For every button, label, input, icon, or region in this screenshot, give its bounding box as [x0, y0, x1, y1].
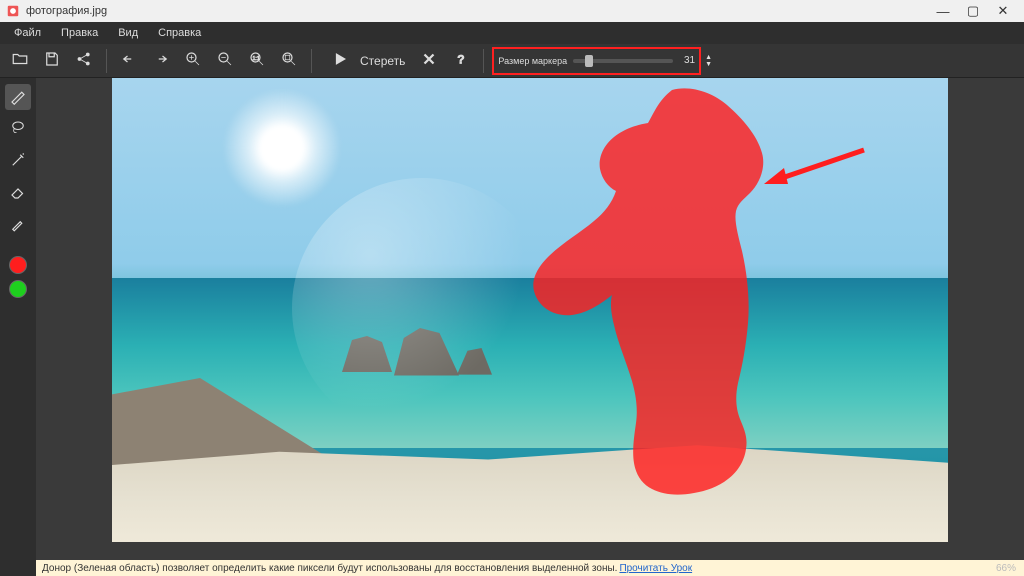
magic-wand-tool[interactable]: [5, 148, 31, 174]
save-icon: [43, 50, 61, 71]
svg-text:?: ?: [458, 53, 465, 67]
zoom-out-icon: [216, 50, 234, 71]
zoom-reset-button[interactable]: 1:1: [243, 47, 271, 75]
image-canvas[interactable]: [112, 78, 948, 542]
magic-wand-icon: [9, 151, 27, 172]
lasso-tool[interactable]: [5, 116, 31, 142]
close-button[interactable]: ✕: [988, 3, 1018, 19]
app-icon: [6, 4, 20, 18]
menu-edit[interactable]: Правка: [51, 27, 108, 39]
brush-icon: [9, 215, 27, 236]
eraser-icon: [9, 183, 27, 204]
hint-link[interactable]: Прочитать Урок: [619, 563, 692, 574]
help-button[interactable]: ?: [447, 47, 475, 75]
zoom-in-button[interactable]: [179, 47, 207, 75]
maximize-button[interactable]: ▢: [958, 3, 988, 19]
hint-bar: Донор (Зеленая область) позволяет опреде…: [36, 560, 1024, 576]
tool-sidebar: [0, 78, 36, 576]
eraser-tool[interactable]: [5, 180, 31, 206]
image-lens-flare: [292, 178, 552, 438]
open-button[interactable]: [6, 47, 34, 75]
window-title: фотография.jpg: [26, 5, 928, 17]
menu-help[interactable]: Справка: [148, 27, 211, 39]
marker-icon: [9, 87, 27, 108]
marker-size-label: Размер маркера: [498, 56, 567, 66]
slider-thumb[interactable]: [585, 55, 593, 67]
marker-size-value: 31: [679, 55, 695, 66]
marker-tool[interactable]: [5, 84, 31, 110]
red-selection-mask: [522, 78, 782, 508]
chevron-up-icon[interactable]: ▲: [705, 54, 712, 61]
zoom-out-button[interactable]: [211, 47, 239, 75]
lasso-icon: [9, 119, 27, 140]
close-icon: [420, 50, 438, 71]
redo-button[interactable]: [147, 47, 175, 75]
zoom-fit-button[interactable]: [275, 47, 303, 75]
clone-stamp-tool[interactable]: [5, 212, 31, 238]
folder-open-icon: [11, 50, 29, 71]
share-icon: [75, 50, 93, 71]
undo-icon: [120, 50, 138, 71]
marker-size-slider[interactable]: [573, 59, 673, 63]
redo-icon: [152, 50, 170, 71]
help-icon: ?: [452, 50, 470, 71]
save-button[interactable]: [38, 47, 66, 75]
status-bar: 66%: [988, 560, 1024, 576]
divider: [311, 49, 312, 73]
chevron-down-icon[interactable]: ▼: [705, 61, 712, 68]
divider: [483, 49, 484, 73]
undo-button[interactable]: [115, 47, 143, 75]
main-toolbar: 1:1 Стереть ? Размер маркера 31 ▲ ▼: [0, 44, 1024, 78]
zoom-reset-icon: 1:1: [248, 50, 266, 71]
run-erase-button[interactable]: [326, 47, 354, 75]
green-mask-selector[interactable]: [9, 280, 27, 298]
red-mask-selector[interactable]: [9, 256, 27, 274]
marker-size-spinner[interactable]: ▲ ▼: [705, 54, 712, 68]
svg-text:1:1: 1:1: [253, 56, 260, 62]
zoom-fit-icon: [280, 50, 298, 71]
menubar: Файл Правка Вид Справка: [0, 22, 1024, 44]
zoom-in-icon: [184, 50, 202, 71]
erase-group: Стереть: [320, 47, 411, 75]
image-sun: [222, 88, 342, 208]
hint-text: Донор (Зеленая область) позволяет опреде…: [42, 563, 617, 574]
minimize-button[interactable]: —: [928, 4, 958, 19]
workspace: Донор (Зеленая область) позволяет опреде…: [0, 78, 1024, 576]
marker-size-highlight: Размер маркера 31: [492, 47, 701, 75]
clear-selection-button[interactable]: [415, 47, 443, 75]
divider: [106, 49, 107, 73]
play-icon: [331, 50, 349, 71]
menu-view[interactable]: Вид: [108, 27, 148, 39]
share-button[interactable]: [70, 47, 98, 75]
erase-label: Стереть: [360, 54, 405, 68]
titlebar: фотография.jpg — ▢ ✕: [0, 0, 1024, 22]
menu-file[interactable]: Файл: [4, 27, 51, 39]
zoom-display: 66%: [996, 563, 1016, 574]
canvas-area: Донор (Зеленая область) позволяет опреде…: [36, 78, 1024, 576]
annotation-arrow: [764, 140, 874, 193]
